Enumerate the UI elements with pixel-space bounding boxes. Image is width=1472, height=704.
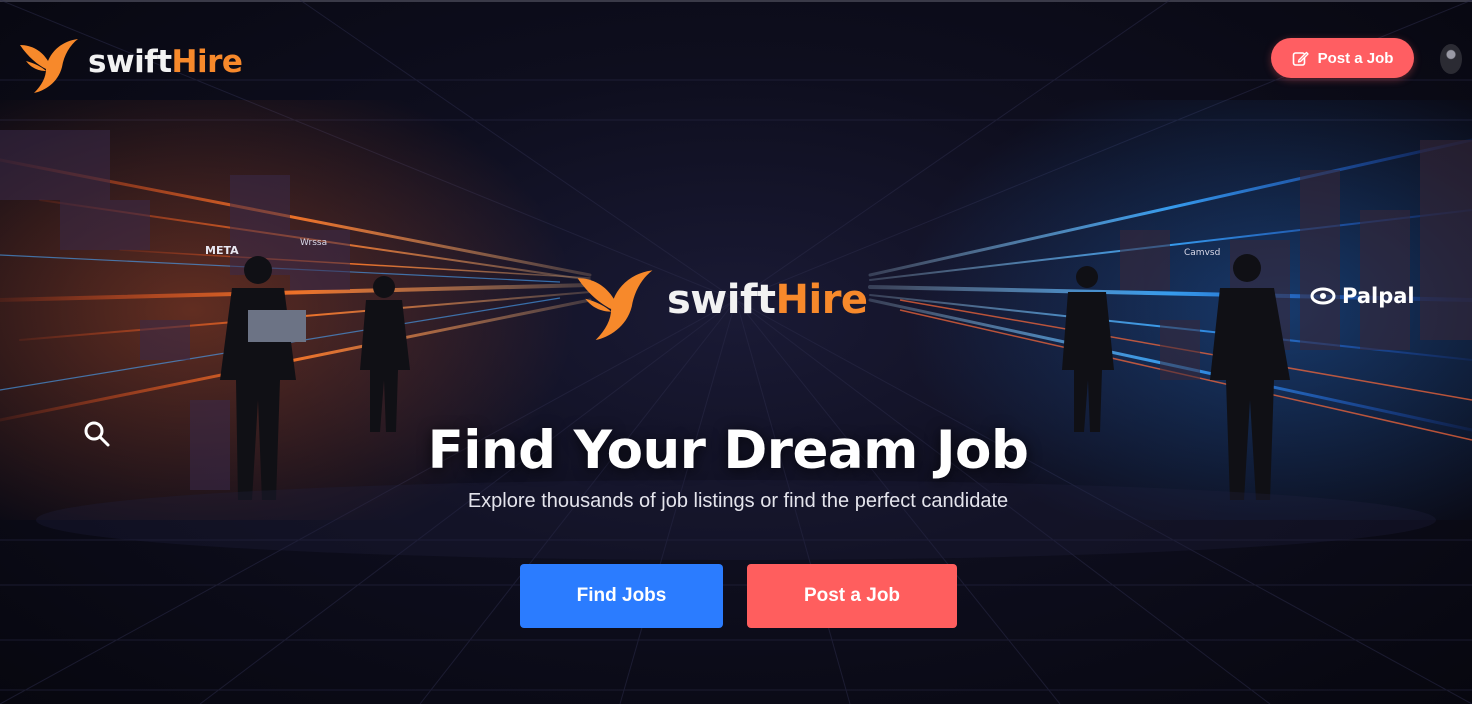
brand-name-part1: swift bbox=[88, 43, 172, 80]
nav-logo[interactable]: swiftHire bbox=[18, 30, 243, 94]
meta-label: META bbox=[205, 244, 239, 257]
post-job-label: Post a Job bbox=[803, 585, 901, 606]
brand-name-part2: Hire bbox=[171, 43, 243, 80]
find-jobs-button[interactable]: Find Jobs bbox=[520, 564, 723, 628]
swift-bird-hero-icon bbox=[577, 270, 653, 340]
hero-brand-part1: swift bbox=[667, 277, 776, 323]
hero-page: META Wrssa Camvsd Palpal swiftHire Post … bbox=[0, 0, 1472, 704]
hero-subtitle: Explore thousands of job listings or fin… bbox=[467, 490, 1009, 512]
background-illustration bbox=[0, 0, 1472, 704]
palpal-text: Palpal bbox=[1342, 284, 1415, 308]
right-tag: Camvsd bbox=[1184, 248, 1221, 258]
edit-icon bbox=[1292, 50, 1309, 67]
user-avatar[interactable] bbox=[1440, 44, 1462, 74]
nav-post-job-button[interactable]: Post a Job bbox=[1271, 38, 1414, 78]
hero-brand-name: swiftHire bbox=[667, 280, 868, 320]
post-job-button[interactable]: Post a Job bbox=[747, 564, 957, 628]
palpal-logo: Palpal bbox=[1310, 284, 1415, 308]
nav-post-job-label: Post a Job bbox=[1317, 49, 1394, 67]
hero-logo: swiftHire bbox=[575, 258, 868, 342]
nav-brand-name: swiftHire bbox=[88, 43, 243, 80]
swift-bird-logo-icon bbox=[20, 39, 78, 93]
palpal-icon bbox=[1310, 287, 1336, 305]
left-tag: Wrssa bbox=[300, 238, 328, 248]
hero-brand-part2: Hire bbox=[775, 277, 869, 323]
hero-title: Find Your Dream Job bbox=[427, 420, 1029, 481]
find-jobs-label: Find Jobs bbox=[576, 585, 667, 606]
